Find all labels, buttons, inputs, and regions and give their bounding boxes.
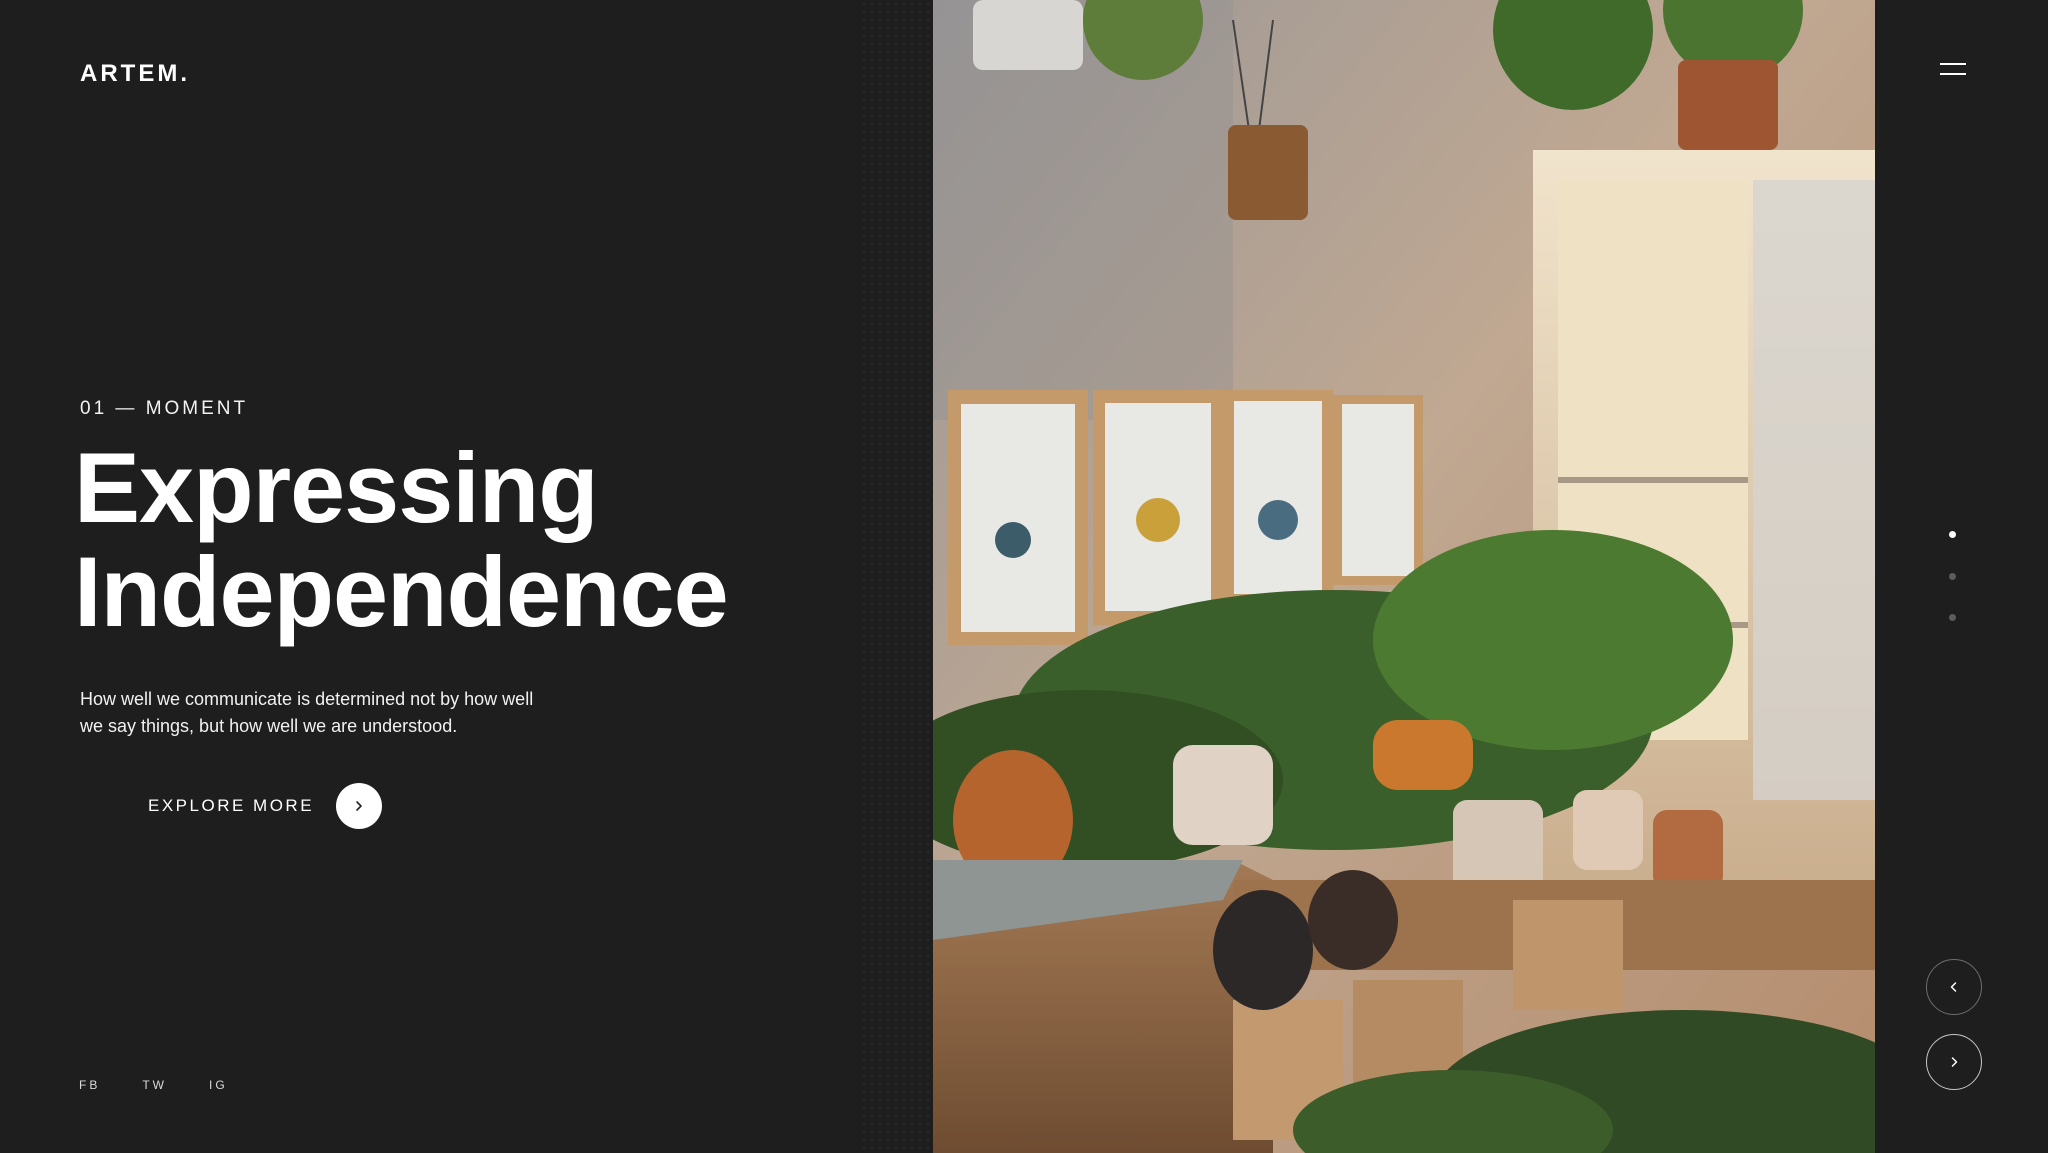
- chevron-right-icon: [336, 783, 383, 829]
- explore-more-label: EXPLORE MORE: [148, 796, 315, 815]
- chevron-left-icon: [1950, 982, 1957, 992]
- social-link-facebook[interactable]: FB: [79, 1078, 100, 1092]
- social-link-instagram[interactable]: IG: [209, 1078, 228, 1092]
- pagination-dot-3[interactable]: [1948, 613, 1958, 623]
- pagination-dot-1[interactable]: [1948, 530, 1958, 540]
- dot-texture: [860, 0, 934, 1153]
- social-link-twitter[interactable]: TW: [142, 1078, 167, 1092]
- hero-image: [933, 0, 1875, 1153]
- headline-line-1: Expressing: [74, 432, 599, 543]
- hero-headline: Expressing Independence: [74, 436, 834, 644]
- previous-slide-button[interactable]: [1926, 959, 1982, 1015]
- slide-eyebrow: 01 — MOMENT: [80, 398, 249, 419]
- headline-line-2: Independence: [74, 536, 729, 647]
- next-slide-button[interactable]: [1926, 1034, 1982, 1090]
- plant-shop-photo: [933, 0, 1875, 1153]
- social-links: FB TW IG: [79, 1078, 228, 1092]
- hamburger-menu-icon[interactable]: [1938, 58, 1968, 82]
- chevron-right-icon: [1951, 1057, 1958, 1067]
- brand-logo[interactable]: ARTEM.: [80, 60, 190, 88]
- pagination-dot-2[interactable]: [1948, 572, 1958, 582]
- page: ARTEM. 01 — MOMENT Expressing Independen…: [0, 0, 2048, 1153]
- explore-more-button[interactable]: EXPLORE MORE: [148, 783, 383, 829]
- hero-description: How well we communicate is determined no…: [80, 689, 534, 736]
